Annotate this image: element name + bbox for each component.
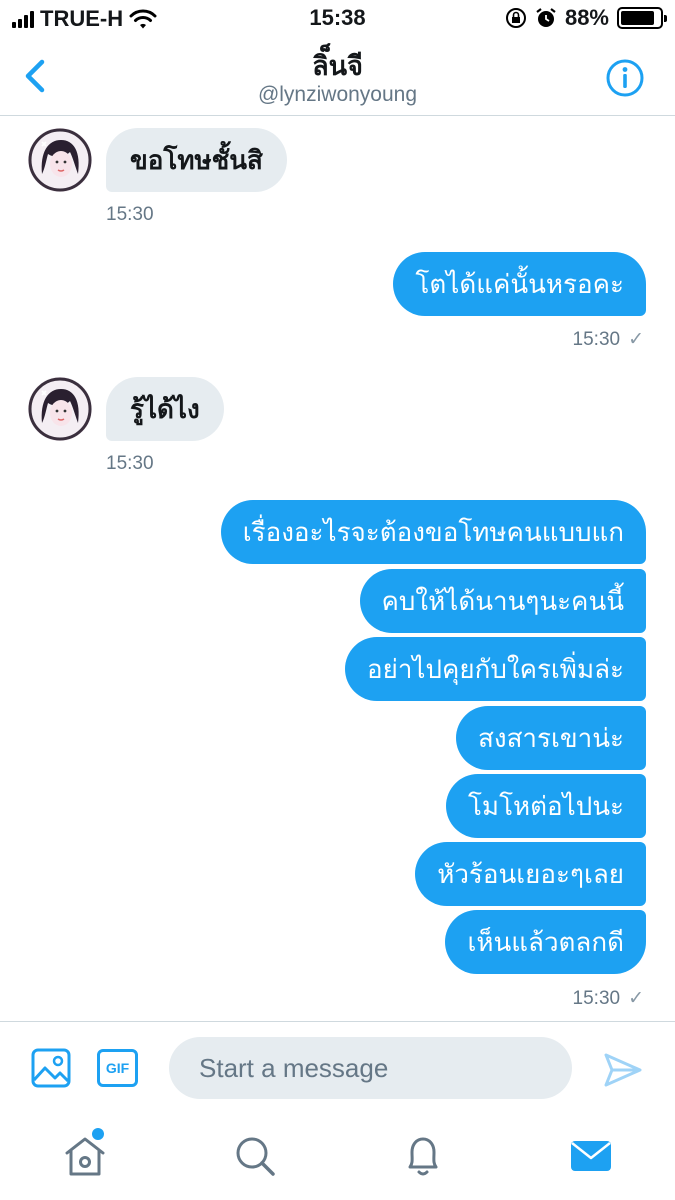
tab-bar	[0, 1116, 675, 1200]
outgoing-message[interactable]: เรื่องอะไรจะต้องขอโทษคนแบบแก	[220, 500, 646, 564]
message-composer: GIF	[0, 1021, 675, 1116]
incoming-message[interactable]: ขอโทษชั้นสิ	[106, 128, 287, 192]
image-icon[interactable]	[31, 1048, 71, 1088]
send-icon[interactable]	[603, 1052, 643, 1088]
outgoing-message[interactable]: โมโหต่อไปนะ	[445, 774, 646, 838]
message-input[interactable]	[169, 1037, 572, 1099]
messages-icon[interactable]	[566, 1131, 616, 1181]
battery-level	[621, 11, 655, 25]
home-icon[interactable]	[60, 1131, 110, 1181]
message-time: 15:30 ✓	[573, 987, 644, 1010]
battery-icon	[617, 7, 667, 29]
outgoing-message[interactable]: โตได้แค่นั้นหรอคะ	[393, 252, 646, 316]
info-icon[interactable]	[605, 58, 645, 98]
outgoing-message[interactable]: คบให้ได้นานๆนะคนนี้	[359, 569, 646, 633]
search-icon[interactable]	[230, 1131, 280, 1181]
avatar[interactable]	[28, 128, 92, 192]
gif-icon[interactable]: GIF	[97, 1049, 138, 1087]
battery-percent: 88%	[564, 5, 609, 30]
message-time-label: 15:30	[572, 987, 621, 1009]
outgoing-message[interactable]: หัวร้อนเยอะๆเลย	[415, 842, 646, 906]
sent-check-icon: ✓	[628, 329, 644, 350]
conversation-title[interactable]: ลิ็นจี	[0, 44, 675, 87]
conversation-header: ลิ็นจี @lynziwonyoung	[0, 38, 675, 116]
notifications-icon[interactable]	[398, 1131, 448, 1181]
message-time-label: 15:30	[572, 328, 621, 350]
incoming-message[interactable]: รู้ได้ไง	[106, 377, 224, 441]
alarm-icon	[536, 8, 556, 27]
avatar[interactable]	[28, 377, 92, 441]
outgoing-message[interactable]: อย่าไปคุยกับใครเพิ่มล่ะ	[344, 637, 646, 701]
sent-check-icon: ✓	[628, 988, 644, 1009]
home-notification-dot	[92, 1128, 104, 1140]
message-time: 15:30 ✓	[573, 328, 644, 351]
orientation-lock-icon	[505, 8, 526, 28]
status-right: 88%	[505, 5, 667, 31]
message-time: 15:30	[106, 204, 154, 225]
outgoing-message[interactable]: สงสารเขาน่ะ	[456, 706, 646, 770]
status-bar: TRUE-H 15:38 88%	[0, 0, 675, 38]
conversation-handle[interactable]: @lynziwonyoung	[0, 83, 675, 107]
message-time: 15:30	[106, 453, 154, 474]
outgoing-message[interactable]: เห็นแล้วตลกดี	[445, 910, 646, 974]
